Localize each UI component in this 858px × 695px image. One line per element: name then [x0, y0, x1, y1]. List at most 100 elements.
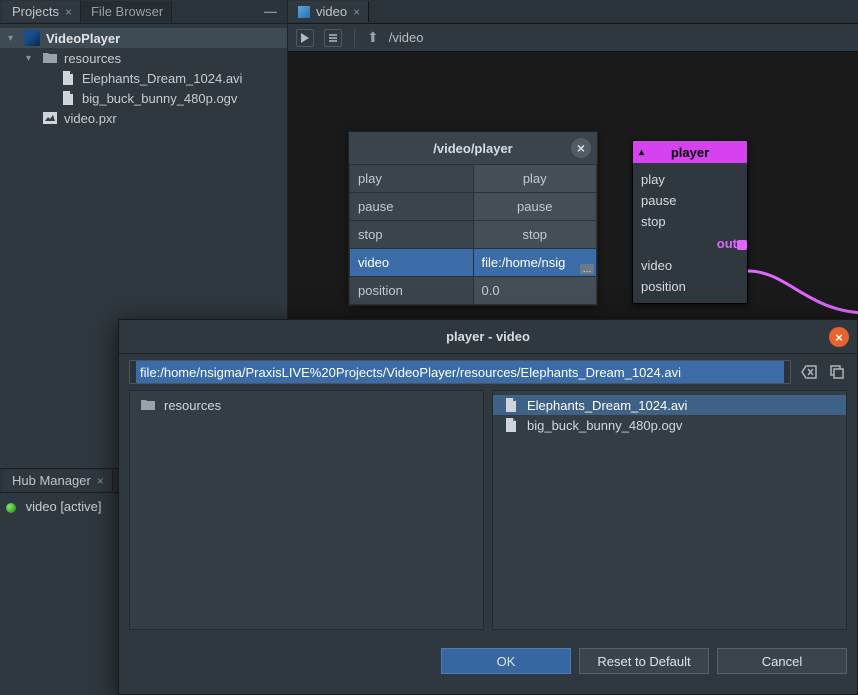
app-icon [24, 30, 40, 46]
copy-icon[interactable] [827, 362, 847, 382]
folder-pane[interactable]: resources [129, 390, 484, 630]
tab-projects[interactable]: Projects × [2, 1, 81, 22]
file-label: big_buck_bunny_480p.ogv [527, 418, 682, 433]
image-icon [42, 110, 58, 126]
node-param-video[interactable]: video [641, 255, 739, 276]
left-tabs: Projects × File Browser — [0, 0, 287, 24]
file-chooser-dialog: player - video × resources [118, 319, 858, 695]
close-icon[interactable]: × [571, 138, 591, 158]
tab-video[interactable]: video × [288, 1, 369, 22]
ellipsis-button[interactable]: … [580, 264, 594, 274]
file-icon [503, 417, 519, 433]
minimize-icon[interactable]: — [254, 4, 287, 19]
tree-label: resources [64, 51, 121, 66]
up-arrow-icon[interactable]: ⬆ [367, 29, 379, 46]
tab-label: File Browser [91, 4, 163, 19]
node-param-position[interactable]: position [641, 276, 739, 297]
tree-label: video.pxr [64, 111, 117, 126]
caret-down-icon[interactable]: ▾ [8, 33, 18, 44]
list-button[interactable] [324, 29, 342, 47]
close-icon[interactable]: × [829, 327, 849, 347]
status-active-icon [6, 503, 16, 513]
folder-label: resources [164, 398, 221, 413]
properties-title: /video/player [433, 141, 512, 156]
prop-key: pause [350, 193, 474, 221]
properties-title-bar[interactable]: /video/player × [349, 132, 597, 164]
close-icon[interactable]: × [353, 5, 360, 19]
node-port-stop[interactable]: stop [641, 211, 739, 232]
hub-body: video [active] [0, 493, 126, 520]
reset-button[interactable]: Reset to Default [579, 648, 709, 674]
tab-label: video [316, 4, 347, 19]
prop-action-button[interactable]: pause [473, 193, 597, 221]
dialog-title-bar[interactable]: player - video × [119, 320, 857, 354]
file-item[interactable]: Elephants_Dream_1024.avi [493, 395, 846, 415]
cancel-button[interactable]: Cancel [717, 648, 847, 674]
node-player[interactable]: ▴ player play pause stop out video posit… [632, 140, 748, 304]
file-icon [60, 70, 76, 86]
close-icon[interactable]: × [65, 5, 72, 19]
caret-down-icon[interactable]: ▾ [26, 53, 36, 64]
tree-file[interactable]: Elephants_Dream_1024.avi [0, 68, 287, 88]
tab-label: Projects [12, 4, 59, 19]
project-tree: ▾ VideoPlayer ▾ resources Elephants_Drea… [0, 24, 287, 132]
prop-row-position[interactable]: position 0.0 [350, 277, 597, 305]
url-input[interactable] [136, 361, 784, 383]
tab-hub-manager[interactable]: Hub Manager × [2, 470, 113, 491]
prop-row-pause[interactable]: pause pause [350, 193, 597, 221]
prop-value-position[interactable]: 0.0 [473, 277, 597, 305]
prop-key: stop [350, 221, 474, 249]
prop-action-button[interactable]: play [473, 165, 597, 193]
prop-key: position [350, 277, 474, 305]
canvas-path: /video [389, 30, 424, 45]
clear-icon[interactable] [799, 362, 819, 382]
node-port-label: out [717, 236, 737, 251]
file-icon [60, 90, 76, 106]
node-port-pause[interactable]: pause [641, 190, 739, 211]
node-title-bar[interactable]: ▴ player [633, 141, 747, 163]
prop-key: video [350, 249, 474, 277]
url-input-wrapper [129, 360, 791, 384]
canvas-toolbar: ⬆ /video [288, 24, 858, 52]
tab-label: Hub Manager [12, 473, 91, 488]
properties-table: play play pause pause stop stop video fi… [349, 164, 597, 305]
prop-value-video[interactable]: file:/home/nsig … [473, 249, 597, 277]
hub-panel: Hub Manager × video [active] [0, 468, 126, 695]
tree-project-root[interactable]: ▾ VideoPlayer [0, 28, 287, 48]
file-browser-body: resources Elephants_Dream_1024.avi big_b… [119, 390, 857, 630]
collapse-icon[interactable]: ▴ [639, 147, 644, 158]
node-body: play pause stop out video position [633, 163, 747, 303]
folder-icon [140, 397, 156, 413]
properties-panel: /video/player × play play pause pause st… [348, 131, 598, 306]
node-title: player [671, 145, 709, 160]
close-icon[interactable]: × [97, 474, 104, 488]
tree-file-pxr[interactable]: video.pxr [0, 108, 287, 128]
prop-action-button[interactable]: stop [473, 221, 597, 249]
prop-row-play[interactable]: play play [350, 165, 597, 193]
tab-file-browser[interactable]: File Browser [81, 1, 172, 22]
node-port-play[interactable]: play [641, 169, 739, 190]
output-port-icon[interactable] [737, 240, 747, 250]
node-port-out[interactable]: out [641, 232, 739, 255]
hub-status-row[interactable]: video [active] [6, 499, 120, 514]
prop-value-text: file:/home/nsig [482, 255, 566, 270]
button-label: Cancel [762, 654, 802, 669]
folder-item-resources[interactable]: resources [130, 395, 483, 415]
tree-folder-resources[interactable]: ▾ resources [0, 48, 287, 68]
prop-row-video[interactable]: video file:/home/nsig … [350, 249, 597, 277]
dialog-button-row: OK Reset to Default Cancel [119, 630, 857, 684]
hub-status-text: video [active] [26, 499, 102, 514]
play-button[interactable] [296, 29, 314, 47]
tree-label: VideoPlayer [46, 31, 120, 46]
tree-file[interactable]: big_buck_bunny_480p.ogv [0, 88, 287, 108]
file-label: Elephants_Dream_1024.avi [527, 398, 687, 413]
file-item[interactable]: big_buck_bunny_480p.ogv [493, 415, 846, 435]
separator [354, 29, 355, 47]
prop-row-stop[interactable]: stop stop [350, 221, 597, 249]
hub-tabs: Hub Manager × [0, 469, 126, 493]
ok-button[interactable]: OK [441, 648, 571, 674]
file-pane[interactable]: Elephants_Dream_1024.avi big_buck_bunny_… [492, 390, 847, 630]
file-icon [503, 397, 519, 413]
folder-icon [42, 50, 58, 66]
cube-icon [298, 6, 310, 18]
